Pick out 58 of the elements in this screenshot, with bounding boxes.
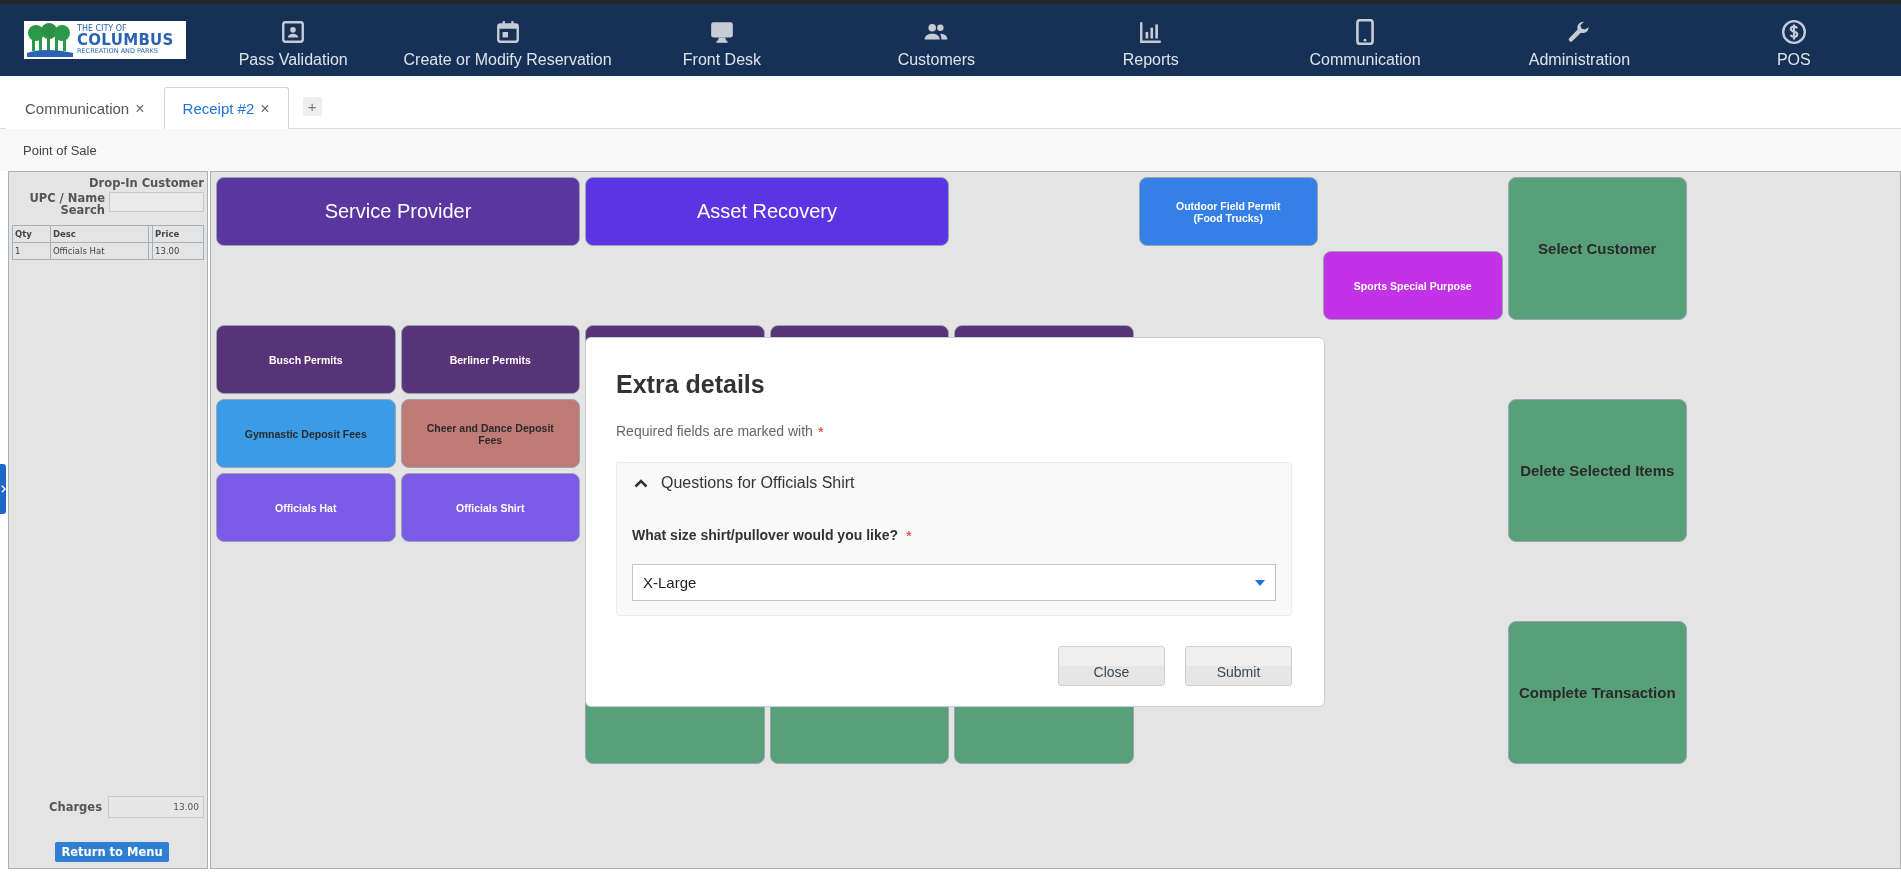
pos-tile-button[interactable]: Cheer and Dance Deposit Fees [400,399,580,468]
calendar-icon [494,19,521,45]
pos-tile-button[interactable]: Berliner Permits [400,325,580,394]
required-mark: * [906,527,912,544]
panel-toggle-tab[interactable] [0,464,6,514]
pos-tile-button[interactable]: Service Provider [216,177,580,246]
dialog-title: Extra details [616,370,766,399]
bar-chart-icon [1137,19,1164,45]
table-cell: 1 [12,242,51,260]
nav-item[interactable]: Administration [1472,19,1687,69]
submit-button[interactable]: Submit [1185,646,1292,686]
pos-tile-button[interactable]: Officials Shirt [400,473,580,542]
pos-tile-button[interactable]: Sports Special Purpose [1323,251,1503,320]
id-card-icon [280,19,307,45]
pos-tile-button[interactable]: Select Customer [1507,177,1687,320]
tree-drawing [27,23,73,57]
required-note: Required fields are marked with [616,423,813,439]
required-mark: * [817,423,824,440]
close-icon[interactable]: × [135,99,145,118]
nav-item[interactable]: Communication [1257,19,1473,69]
pos-tile-button[interactable]: Gymnastic Deposit Fees [216,399,396,468]
column-header: Price [152,225,204,243]
search-label: UPC / Name Search [28,192,105,216]
pos-tile-button[interactable]: Complete Transaction [1507,621,1687,764]
nav-item[interactable]: Customers [829,19,1044,69]
pos-tile-button[interactable]: Busch Permits [216,325,396,394]
column-header: Desc [50,225,149,243]
charges-label: Charges [49,800,102,814]
search-field[interactable] [109,192,204,212]
customer-name: Drop-In Customer [88,176,204,190]
nav-item[interactable]: Pass Validation [186,19,401,69]
dropdown-caret-icon [1255,579,1265,586]
charges-field: 13.00 [108,796,204,818]
close-button[interactable]: Close [1058,646,1165,686]
dollar-icon [1780,19,1807,45]
nav-item[interactable]: POS [1686,19,1901,69]
breadcrumb: Point of Sale [23,142,97,158]
section-header[interactable]: Questions for Officials Shirt [632,463,1276,503]
nav-item[interactable]: Front Desk [614,19,830,69]
pos-tile-button[interactable]: Officials Hat [216,473,396,542]
logo-text: COLUMBUS [77,33,174,49]
close-icon[interactable]: × [260,99,270,118]
nav-item[interactable]: Create or Modify Reservation [400,19,615,69]
pos-tile-button[interactable]: Delete Selected Items [1507,399,1687,542]
return-to-menu-button[interactable]: Return to Menu [55,842,169,862]
chevron-up-icon [634,478,648,488]
question-label: What size shirt/pullover would you like? [632,527,899,543]
table-cell: 13.00 [152,242,204,260]
table-cell: Officials Hat [50,242,149,260]
add-tab-button[interactable]: + [302,97,322,116]
pos-tile-button[interactable]: Outdoor Field Permit (Food Trucks) [1138,177,1318,246]
pos-tile-button[interactable]: Asset Recovery [585,177,949,246]
size-dropdown[interactable]: X-Large [632,564,1276,601]
monitor-icon [708,19,735,45]
tab[interactable]: Receipt #2 × [163,87,289,129]
column-header: Qty [12,225,51,243]
nav-item[interactable]: Reports [1043,19,1258,69]
logo-text: THE CITY OF [77,25,127,34]
